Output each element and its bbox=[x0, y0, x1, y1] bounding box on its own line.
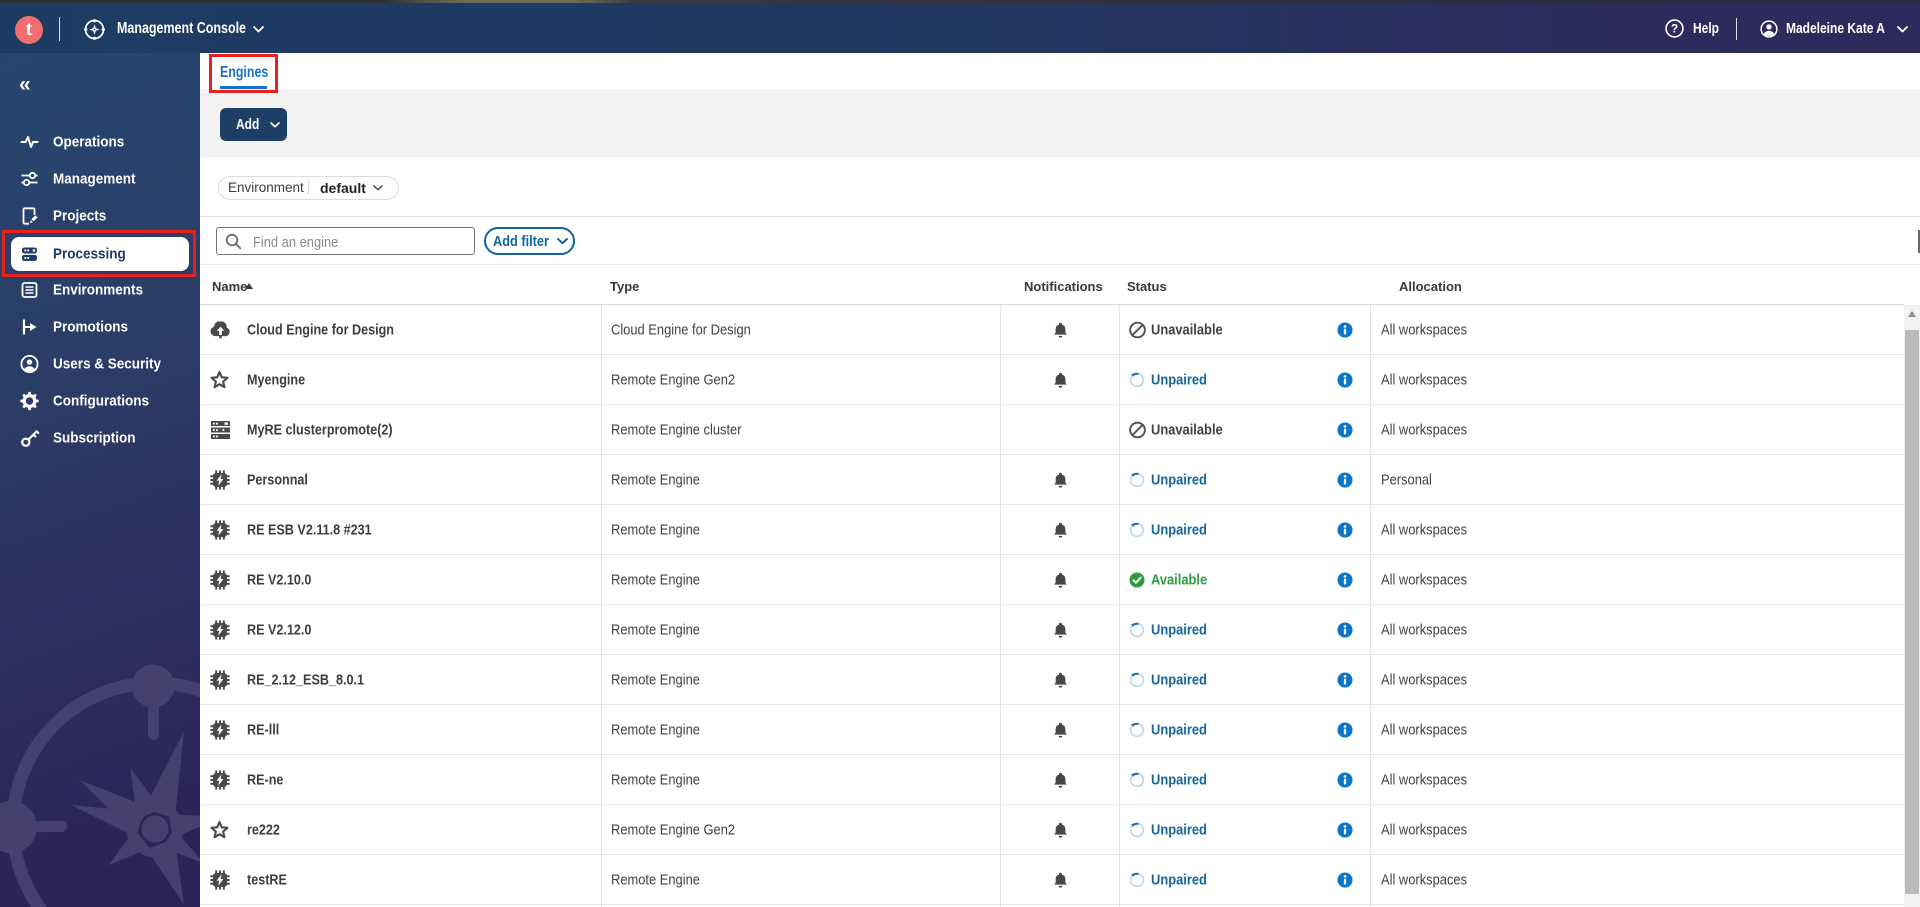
svg-text:?: ? bbox=[1671, 22, 1678, 36]
